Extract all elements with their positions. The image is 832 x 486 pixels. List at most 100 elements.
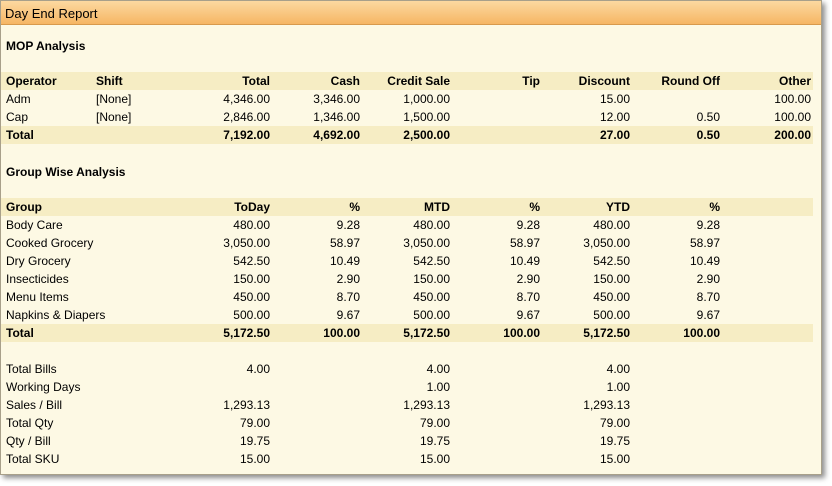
group-cell: 450.00 — [413, 290, 450, 304]
summary-mtd: 1.00 — [426, 380, 450, 394]
group-cell: 9.67 — [696, 308, 720, 322]
mop-cell: Cap — [6, 110, 29, 124]
group-cell: 8.70 — [516, 290, 540, 304]
summary-row: Sales / Bill 1,293.13 1,293.13 1,293.13 — [1, 396, 813, 414]
mop-cell: Adm — [6, 92, 31, 106]
report-title: Day End Report — [5, 6, 98, 21]
group-row: Menu Items 450.00 8.70 450.00 8.70 450.0… — [1, 288, 813, 306]
group-cell: 480.00 — [233, 218, 270, 232]
group-cell: 2.90 — [336, 272, 360, 286]
group-cell: 480.00 — [413, 218, 450, 232]
group-col-today-pct: % — [349, 200, 360, 214]
report-title-bar: Day End Report — [1, 1, 821, 25]
group-total-cell: 100.00 — [683, 326, 720, 340]
summary-label: Sales / Bill — [6, 398, 63, 412]
mop-cell: 15.00 — [599, 92, 630, 106]
group-cell: Body Care — [6, 218, 63, 232]
summary-mtd: 15.00 — [419, 452, 450, 466]
summary-label: Total Qty — [6, 416, 54, 430]
group-cell: 150.00 — [413, 272, 450, 286]
mop-col-operator: Operator — [6, 74, 57, 88]
mop-col-credit-sale: Credit Sale — [387, 74, 450, 88]
group-total-cell: 5,172.50 — [583, 326, 630, 340]
mop-col-other: Other — [778, 74, 811, 88]
summary-ytd: 1.00 — [606, 380, 630, 394]
mop-analysis-heading: MOP Analysis — [6, 39, 86, 53]
group-cell: 450.00 — [233, 290, 270, 304]
mop-total-cell: 200.00 — [774, 128, 811, 142]
mop-col-shift: Shift — [96, 74, 123, 88]
group-cell: 10.49 — [689, 254, 720, 268]
summary-today: 79.00 — [239, 416, 270, 430]
group-total-cell: Total — [6, 326, 34, 340]
summary-today: 4.00 — [246, 362, 270, 376]
group-cell: 150.00 — [593, 272, 630, 286]
group-cell: Insecticides — [6, 272, 69, 286]
group-col-ytd: YTD — [606, 200, 630, 214]
group-cell: 3,050.00 — [403, 236, 450, 250]
summary-row: Total Qty 79.00 79.00 79.00 — [1, 414, 813, 432]
group-cell: 10.49 — [329, 254, 360, 268]
group-col-group: Group — [6, 200, 42, 214]
group-cell: 3,050.00 — [583, 236, 630, 250]
mop-total-cell: 7,192.00 — [223, 128, 270, 142]
summary-ytd: 1,293.13 — [583, 398, 630, 412]
group-cell: 150.00 — [233, 272, 270, 286]
mop-cell: 12.00 — [599, 110, 630, 124]
group-row: Body Care 480.00 9.28 480.00 9.28 480.00… — [1, 216, 813, 234]
summary-mtd: 19.75 — [419, 434, 450, 448]
summary-label: Total Bills — [6, 362, 57, 376]
mop-total-row: Total 7,192.00 4,692.00 2,500.00 27.00 0… — [1, 126, 813, 144]
group-cell: 9.28 — [516, 218, 540, 232]
summary-today: 15.00 — [239, 452, 270, 466]
group-cell: 3,050.00 — [223, 236, 270, 250]
mop-col-total: Total — [242, 74, 270, 88]
group-col-mtd: MTD — [424, 200, 450, 214]
group-cell: 2.90 — [696, 272, 720, 286]
summary-row: Total SKU 15.00 15.00 15.00 — [1, 450, 813, 468]
group-cell: Napkins & Diapers — [6, 308, 106, 322]
summary-label: Total SKU — [6, 452, 60, 466]
mop-cell: 1,346.00 — [313, 110, 360, 124]
summary-ytd: 79.00 — [599, 416, 630, 430]
group-cell: 9.28 — [696, 218, 720, 232]
group-cell: 58.97 — [509, 236, 540, 250]
mop-cell: [None] — [96, 110, 132, 124]
mop-total-cell: Total — [6, 128, 34, 142]
group-col-mtd-pct: % — [529, 200, 540, 214]
mop-cell: 3,346.00 — [313, 92, 360, 106]
mop-cell: 2,846.00 — [223, 110, 270, 124]
group-col-ytd-pct: % — [709, 200, 720, 214]
mop-total-cell: 4,692.00 — [313, 128, 360, 142]
mop-cell: 1,000.00 — [403, 92, 450, 106]
mop-total-cell: 0.50 — [696, 128, 720, 142]
mop-total-cell: 2,500.00 — [403, 128, 450, 142]
summary-today: 1,293.13 — [223, 398, 270, 412]
group-cell: Menu Items — [6, 290, 69, 304]
group-cell: 480.00 — [593, 218, 630, 232]
summary-today: 19.75 — [239, 434, 270, 448]
mop-row: Cap [None] 2,846.00 1,346.00 1,500.00 12… — [1, 108, 813, 126]
group-cell: 8.70 — [336, 290, 360, 304]
group-cell: 9.28 — [336, 218, 360, 232]
group-analysis-heading: Group Wise Analysis — [6, 165, 126, 179]
mop-row: Adm [None] 4,346.00 3,346.00 1,000.00 15… — [1, 90, 813, 108]
group-header-row: Group ToDay % MTD % YTD % — [1, 198, 813, 216]
group-cell: 10.49 — [509, 254, 540, 268]
group-cell: 542.50 — [413, 254, 450, 268]
group-cell: 8.70 — [696, 290, 720, 304]
mop-cell: 0.50 — [696, 110, 720, 124]
group-total-cell: 100.00 — [323, 326, 360, 340]
summary-mtd: 1,293.13 — [403, 398, 450, 412]
group-cell: Cooked Grocery — [6, 236, 94, 250]
mop-col-round-off: Round Off — [661, 74, 720, 88]
group-cell: 500.00 — [233, 308, 270, 322]
group-row: Insecticides 150.00 2.90 150.00 2.90 150… — [1, 270, 813, 288]
group-total-cell: 5,172.50 — [403, 326, 450, 340]
summary-label: Qty / Bill — [6, 434, 51, 448]
summary-mtd: 79.00 — [419, 416, 450, 430]
group-cell: 9.67 — [516, 308, 540, 322]
summary-label: Working Days — [6, 380, 81, 394]
mop-total-cell: 27.00 — [599, 128, 630, 142]
group-cell: 58.97 — [689, 236, 720, 250]
